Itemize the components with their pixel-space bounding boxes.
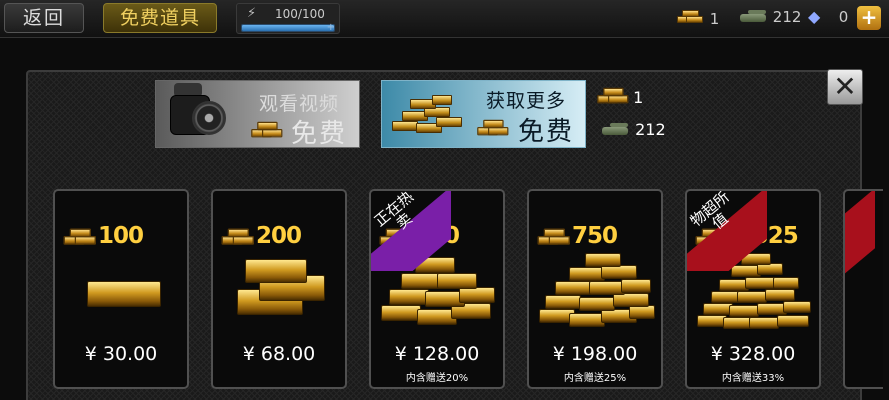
top-bar: 返回 免费道具 ⚡ 100/100 + 1 212 ◆ 0 +: [0, 0, 889, 38]
banner-gold-resource: 1: [597, 85, 644, 107]
gold-bars-icon: [477, 117, 511, 136]
get-more-title: 获取更多: [486, 90, 567, 112]
gold-count: 1: [709, 10, 720, 28]
plus-icon: +: [860, 5, 878, 29]
package-bonus: 内含赠送33%: [721, 373, 785, 384]
diamond-icon: ◆: [808, 7, 821, 26]
gem-count: 0: [838, 8, 849, 26]
add-currency-button[interactable]: +: [857, 6, 881, 30]
energy-add-icon: +: [326, 22, 335, 33]
gold-package-card[interactable]: 200 ¥ 68.00: [211, 189, 347, 389]
package-gold-amount: 100: [63, 223, 187, 249]
package-bonus: 内含赠送20%: [405, 373, 469, 384]
package-price: ¥ 328.00: [710, 343, 796, 365]
gold-bars-image: [539, 253, 655, 339]
gold-resource: 1: [677, 8, 719, 28]
get-more-banner[interactable]: 获取更多 免费: [381, 80, 586, 148]
package-gold-amount-text: 100: [98, 223, 144, 249]
energy-meter[interactable]: ⚡ 100/100 +: [236, 3, 340, 34]
banner-tank-resource: 212: [600, 120, 666, 139]
get-more-free-label: 免费: [518, 117, 575, 147]
watch-video-free-label: 免费: [291, 119, 348, 149]
gold-bars-image: [223, 253, 339, 339]
gold-bars-icon: [677, 8, 705, 24]
close-button[interactable]: ✕: [827, 69, 863, 105]
lightning-icon: ⚡: [247, 6, 257, 21]
gold-package-card[interactable]: 1,325¥ 328.00内含赠送33%物超所值: [685, 189, 821, 389]
gold-bars-icon: [597, 85, 631, 104]
video-camera-icon: [164, 83, 230, 143]
package-price: ¥ 198.00: [552, 343, 638, 365]
gem-resource: ◆ 0: [808, 7, 849, 27]
energy-bar: [241, 24, 335, 32]
package-gold-amount-text: 200: [256, 223, 302, 249]
gold-bars-icon: [221, 226, 257, 246]
gold-bars-icon: [537, 226, 573, 246]
package-bonus: 内含赠送25%: [563, 373, 627, 384]
package-gold-amount: 200: [221, 223, 345, 249]
tank-count: 212: [772, 8, 802, 26]
banner-gold-count: 1: [633, 88, 644, 107]
gold-package-card[interactable]: 750 ¥ 198.00 内含赠送25%: [527, 189, 663, 389]
banner-tank-count: 212: [635, 120, 666, 139]
gold-bars-icon: [251, 119, 285, 138]
package-price: ¥ 68.00: [242, 343, 316, 365]
gold-pile-icon: [388, 87, 464, 143]
package-ribbon: 正在热卖: [371, 191, 451, 271]
package-ribbon: 物超所值: [687, 191, 767, 271]
package-gold-amount-text: 750: [572, 223, 618, 249]
watch-video-title: 观看视频: [259, 93, 340, 115]
gold-package-card[interactable]: 100 ¥ 30.00: [53, 189, 189, 389]
package-gold-amount: 750: [537, 223, 661, 249]
energy-bar-fill: [242, 25, 334, 31]
watch-video-banner[interactable]: 观看视频 免费: [155, 80, 360, 149]
tank-resource: 212: [738, 8, 801, 26]
free-items-button[interactable]: 免费道具: [103, 3, 217, 33]
energy-text: 100/100: [275, 7, 325, 21]
package-price: ¥ 30.00: [84, 343, 158, 365]
back-button[interactable]: 返回: [4, 3, 84, 33]
gold-bars-image: [65, 253, 181, 339]
next-package-card-partial[interactable]: [843, 189, 883, 389]
gold-package-card[interactable]: 480¥ 128.00内含赠送20%正在热卖: [369, 189, 505, 389]
gold-bars-icon: [63, 226, 99, 246]
tank-icon: [600, 122, 630, 135]
close-icon: ✕: [833, 70, 857, 103]
tank-icon: [738, 9, 768, 22]
ribbon-partial: [845, 191, 875, 282]
package-price: ¥ 128.00: [394, 343, 480, 365]
